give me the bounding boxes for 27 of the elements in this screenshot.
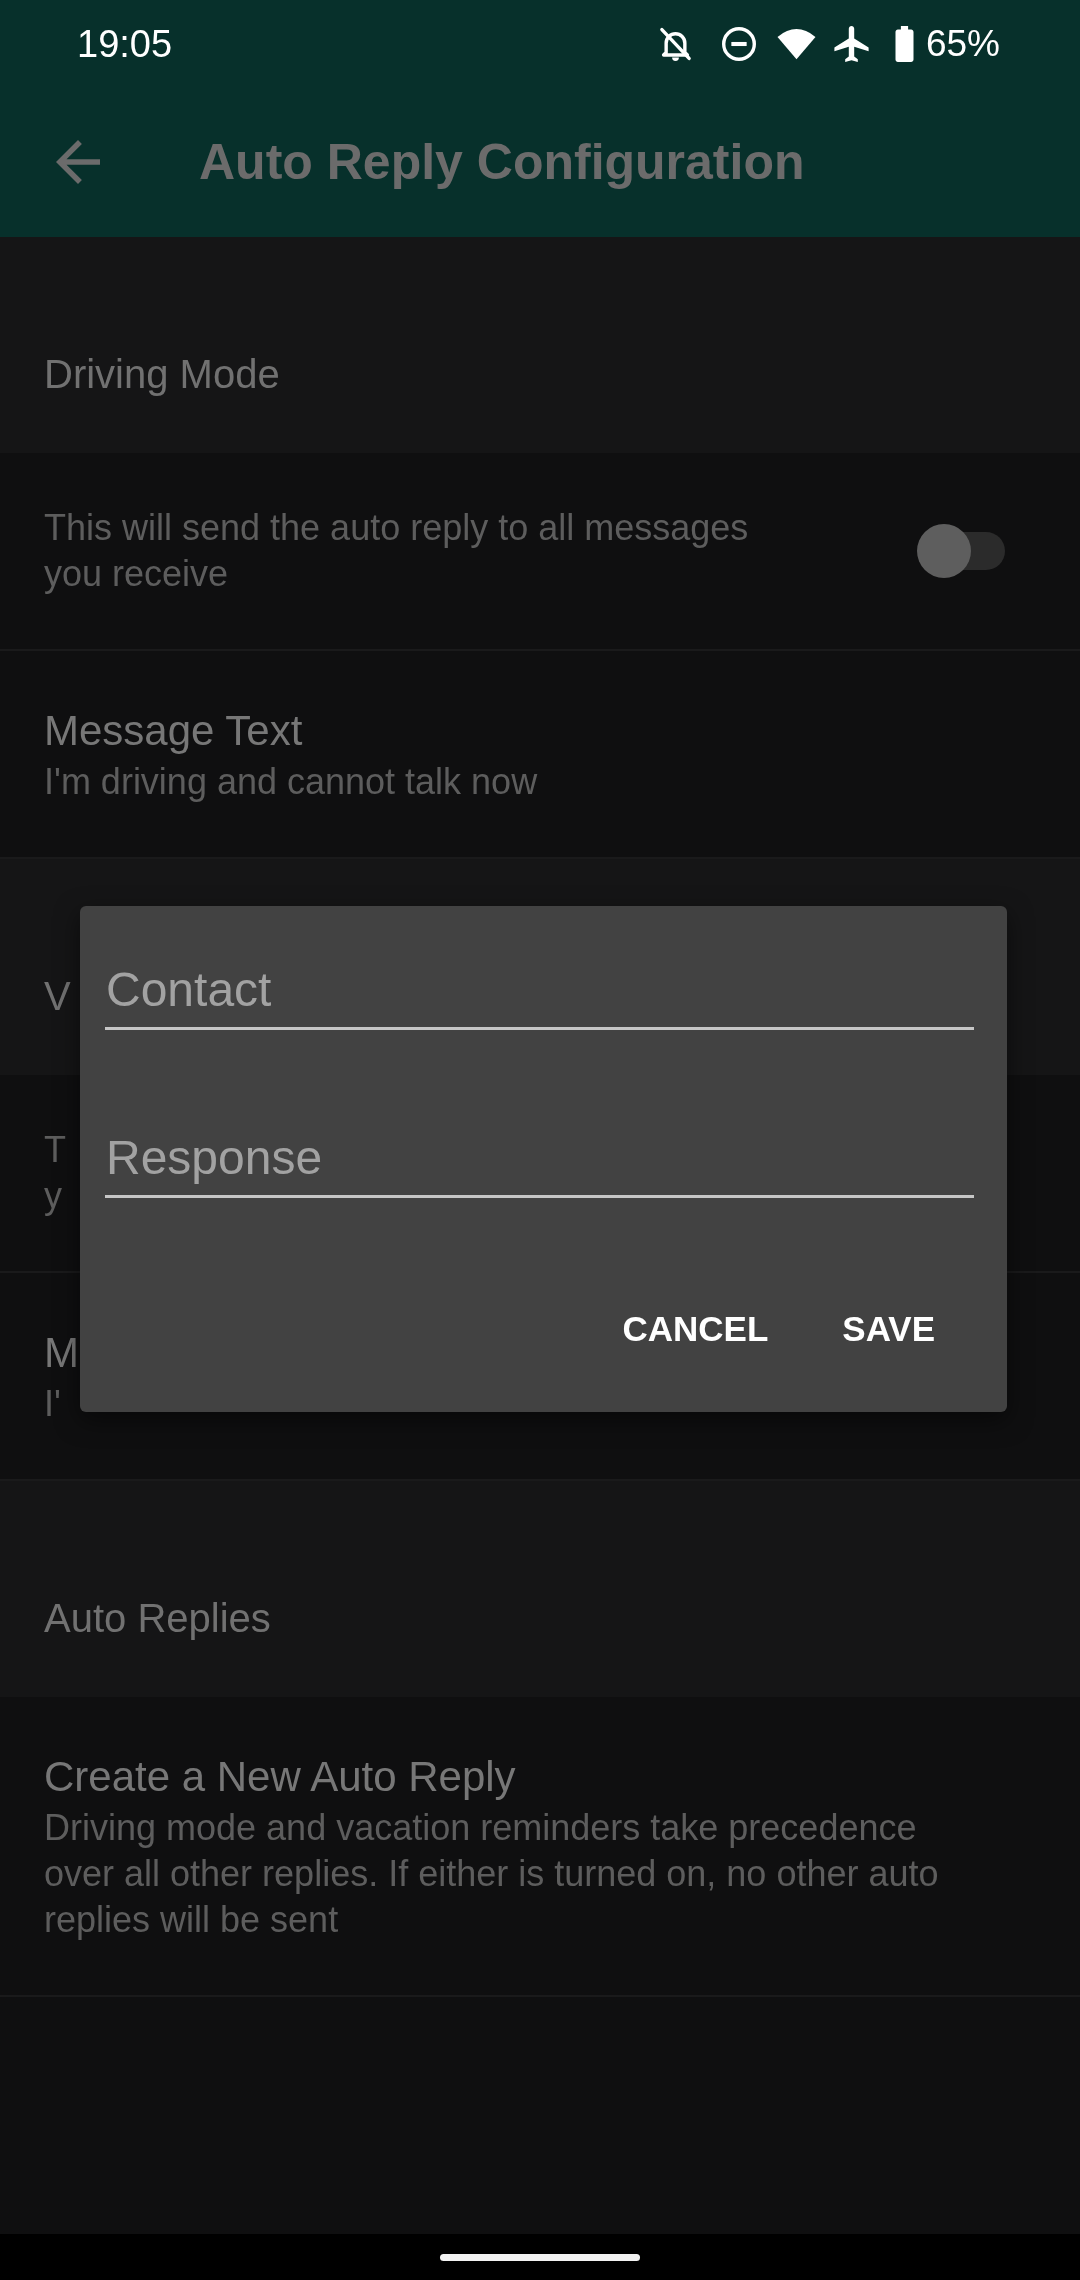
text-input-field[interactable]: Response <box>105 1120 974 1198</box>
home-handle[interactable] <box>440 2253 640 2261</box>
dialog-button[interactable]: SAVE <box>822 1285 955 1373</box>
row-summary: T y <box>44 1128 66 1218</box>
category-title: Driving Mode <box>44 351 280 397</box>
row-summary: I'm driving and cannot talk now <box>44 760 538 804</box>
row-summary: I' <box>44 1382 61 1426</box>
row-summary: Driving mode and vacation reminders take precedence over all other replies. If either is turned on, no other auto replies will be sent <box>44 1806 939 1942</box>
row-title: Create a New Auto Reply <box>44 1752 516 1802</box>
minus-circle-icon <box>721 26 756 61</box>
status-time: 19:05 <box>77 21 173 66</box>
category-title: Auto Replies <box>44 1595 271 1641</box>
row-title: Message Text <box>44 706 303 756</box>
row-summary: This will send the auto reply to all messages you receive <box>44 506 749 596</box>
row-title: M <box>44 1328 79 1378</box>
category-title: V <box>44 973 71 1019</box>
preference-row[interactable]: This will send the auto reply to all messages you receive <box>0 453 1080 651</box>
bell-slash-icon <box>658 26 692 61</box>
battery-percentage: 65% <box>925 21 1000 66</box>
back-arrow-icon[interactable] <box>56 140 100 184</box>
preference-row[interactable]: Create a New Auto Reply Driving mode and vacation reminders take precedence over all other replies. If either is turned on, no other auto replies will be sent <box>0 1697 1080 1997</box>
text-input-field[interactable]: Contact <box>105 952 974 1030</box>
screen-title: Auto Reply Configuration <box>199 133 805 192</box>
toggle-switch[interactable] <box>917 523 1005 579</box>
airplane-icon <box>833 25 869 62</box>
dialog-button[interactable]: CANCEL <box>602 1285 789 1373</box>
wifi-icon <box>775 27 817 60</box>
